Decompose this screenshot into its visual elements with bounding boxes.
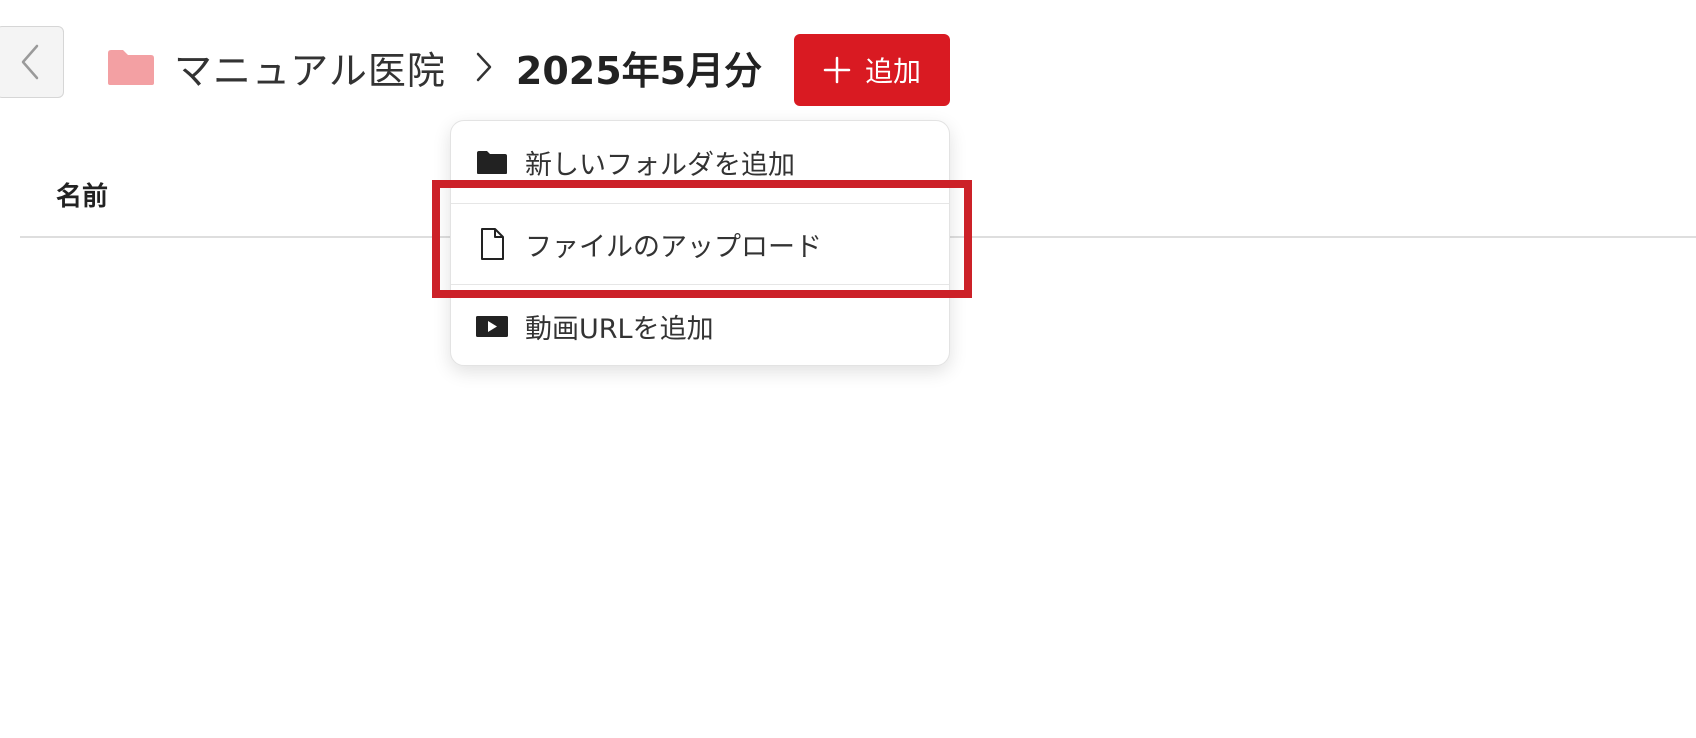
back-button[interactable] xyxy=(0,26,64,98)
add-menu-dropdown: 新しいフォルダを追加 ファイルのアップロード 動画URLを追加 xyxy=(450,120,950,366)
chevron-right-icon xyxy=(476,52,492,82)
menu-item-label: ファイルのアップロード xyxy=(525,231,822,263)
file-icon xyxy=(481,228,504,260)
add-button[interactable]: 追加 xyxy=(794,34,950,106)
menu-item-add-video-url[interactable]: 動画URLを追加 xyxy=(451,285,949,367)
menu-item-upload-file[interactable]: ファイルのアップロード xyxy=(451,203,949,285)
breadcrumb-current: 2025年5月分 xyxy=(515,48,763,93)
chevron-left-icon xyxy=(21,44,39,80)
menu-item-label: 動画URLを追加 xyxy=(525,313,714,345)
video-icon xyxy=(476,316,508,337)
breadcrumb: マニュアル医院 2025年5月分 xyxy=(106,40,762,94)
file-browser-page: マニュアル医院 2025年5月分 追加 名前 新しいフォルダを追加 ファイルのア… xyxy=(0,0,1696,738)
breadcrumb-root-link[interactable]: マニュアル医院 xyxy=(174,40,446,95)
column-header-name[interactable]: 名前 xyxy=(56,176,108,213)
menu-item-new-folder[interactable]: 新しいフォルダを追加 xyxy=(451,121,949,203)
add-button-label: 追加 xyxy=(864,55,921,88)
folder-filled-icon xyxy=(477,151,507,174)
plus-icon xyxy=(823,56,851,84)
folder-icon xyxy=(108,50,154,85)
menu-item-label: 新しいフォルダを追加 xyxy=(525,149,795,181)
